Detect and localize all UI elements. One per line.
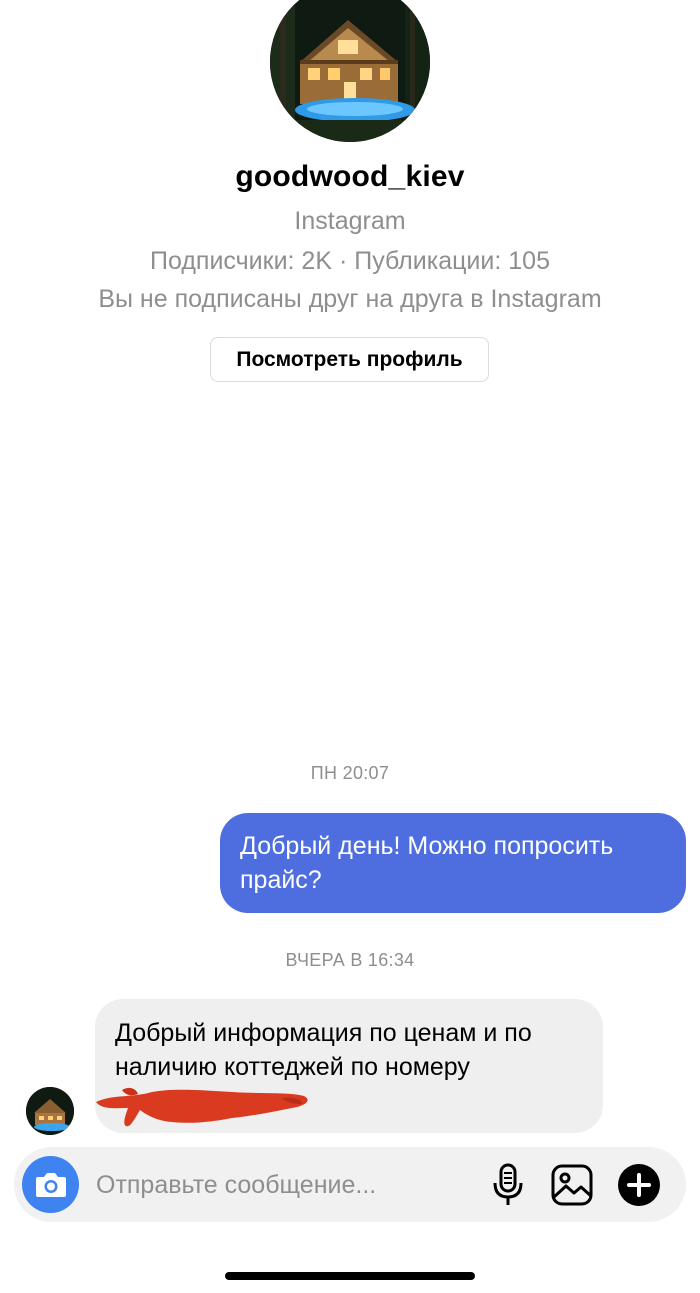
house-photo-icon	[26, 1087, 74, 1135]
more-options-button[interactable]	[617, 1163, 661, 1207]
message-input[interactable]	[96, 1166, 476, 1204]
microphone-icon	[493, 1163, 523, 1205]
camera-button[interactable]	[22, 1156, 79, 1213]
home-indicator	[225, 1272, 475, 1280]
redaction-scribble	[96, 1087, 308, 1127]
house-photo-icon	[270, 0, 430, 142]
gallery-button[interactable]	[549, 1162, 595, 1208]
sender-avatar[interactable]	[26, 1087, 74, 1135]
voice-message-button[interactable]	[487, 1162, 529, 1208]
plus-icon	[618, 1164, 660, 1206]
profile-avatar[interactable]	[270, 0, 430, 142]
follow-status-note: Вы не подписаны друг на друга в Instagra…	[98, 285, 602, 313]
gallery-icon	[551, 1164, 593, 1206]
profile-username: goodwood_kiev	[235, 160, 465, 193]
profile-source: Instagram	[294, 207, 406, 235]
outgoing-message-bubble[interactable]: Добрый день! Можно попросить прайс?	[220, 813, 686, 913]
message-timestamp: ПН 20:07	[310, 763, 390, 783]
profile-stats: Подписчики: 2K · Публикации: 105	[150, 247, 550, 275]
camera-icon	[35, 1172, 66, 1197]
view-profile-button[interactable]: Посмотреть профиль	[210, 337, 489, 382]
message-timestamp: ВЧЕРА В 16:34	[285, 950, 415, 970]
